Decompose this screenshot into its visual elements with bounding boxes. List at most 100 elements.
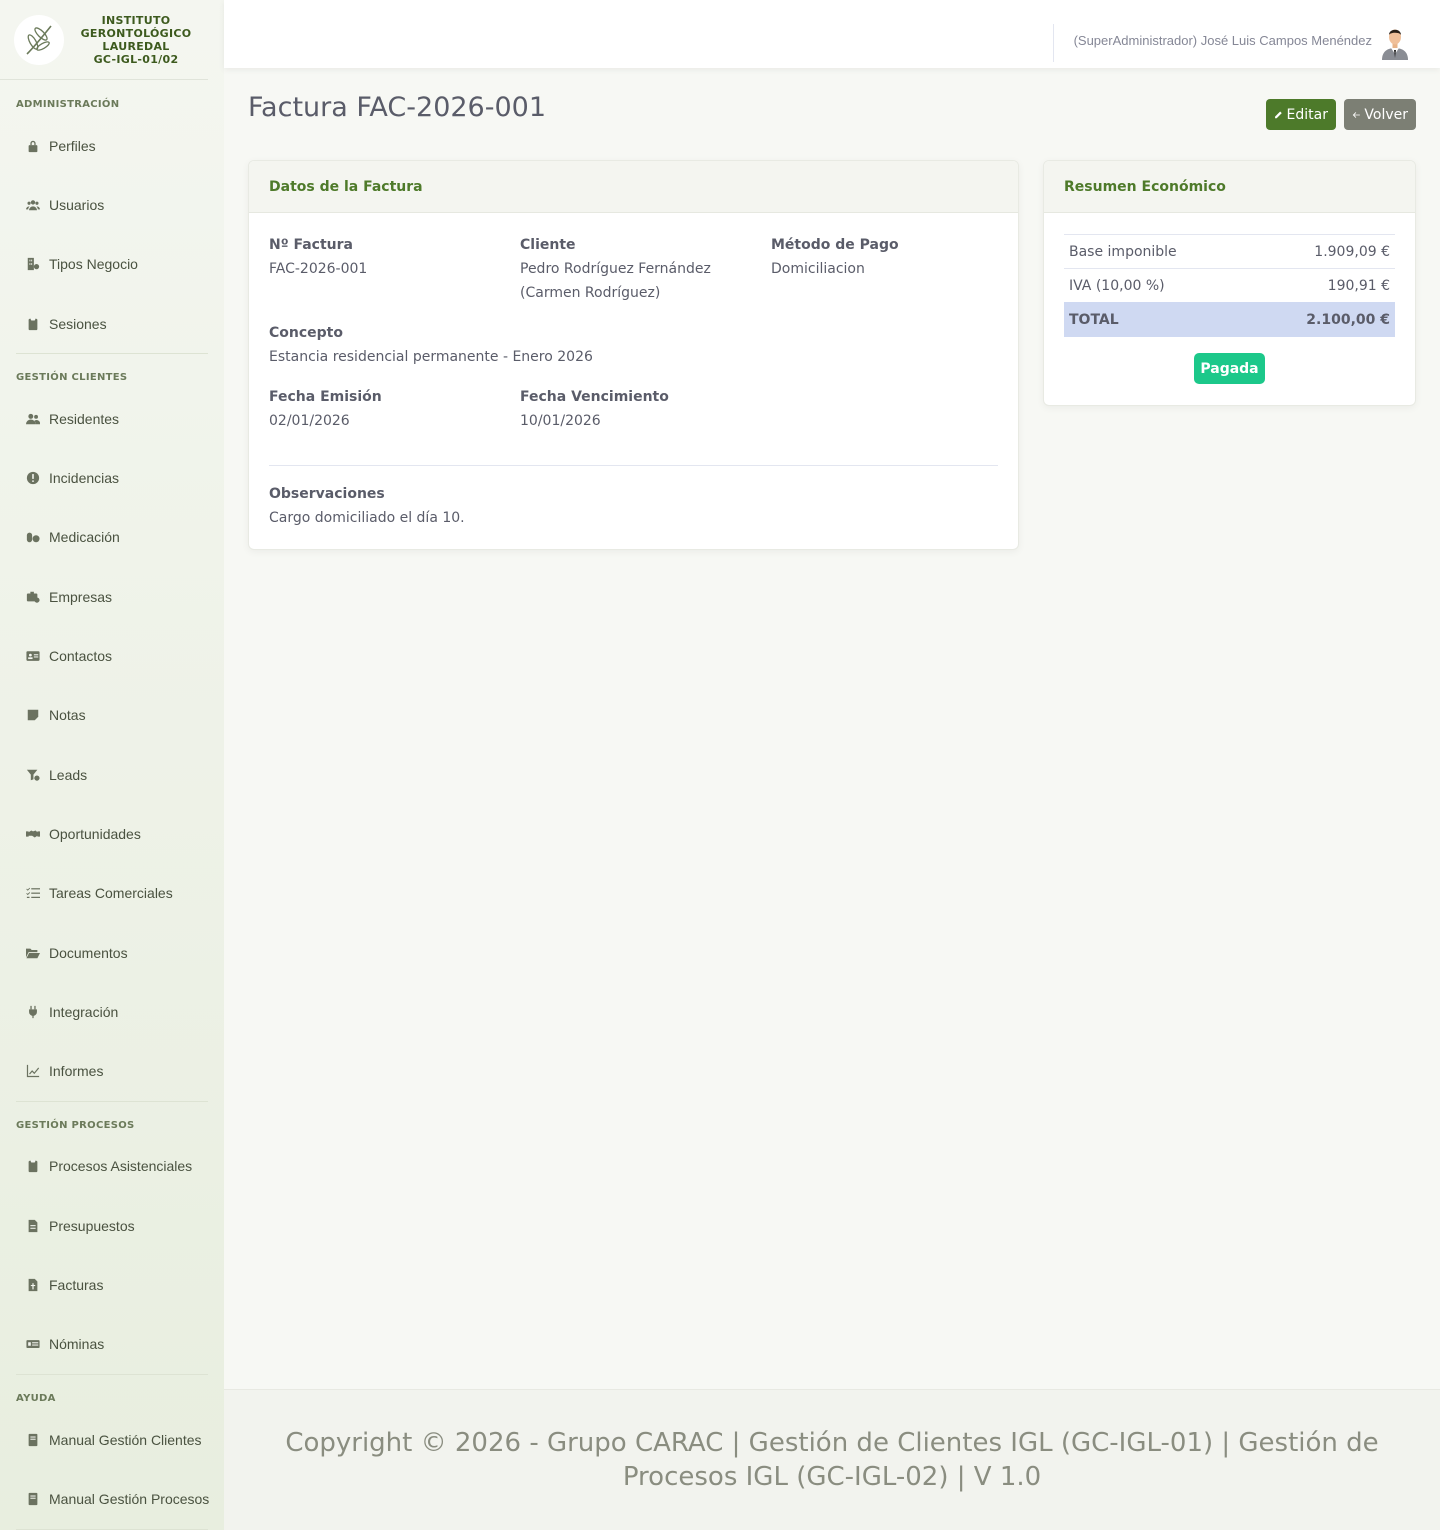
sidebar-item-label: Tipos Negocio [49,256,138,273]
table-row: IVA (10,00 %) 190,91 € [1064,268,1395,303]
folder-open-icon [24,946,42,960]
sidebar-item-label: Incidencias [49,470,120,487]
users-icon [24,198,42,212]
sidebar-item-label: Contactos [49,648,113,665]
note-icon [24,708,42,722]
edit-button[interactable]: Editar [1266,99,1336,130]
copyright-text: Copyright © 2026 - Grupo CARAC | Gestión… [285,1428,1379,1492]
book-icon [24,1433,42,1447]
due-date-label: Fecha Vencimiento [520,389,669,405]
sidebar-item-documentos[interactable]: Documentos [0,923,224,982]
sidebar-item-contactos[interactable]: Contactos [0,626,224,685]
sidebar-item-manual-gestion-procesos[interactable]: Manual Gestión Procesos [0,1469,224,1528]
brand[interactable]: INSTITUTO GERONTOLÓGICO LAUREDAL GC-IGL-… [0,0,208,80]
payment-method-field: Método de Pago Domiciliacion [771,233,899,281]
nav-heading-gestion-procesos: GESTIÓN PROCESOS [16,1119,135,1131]
base-value: 1.909,09 € [1248,234,1395,269]
brand-line: INSTITUTO [101,13,171,27]
sidebar-item-tipos-negocio[interactable]: Tipos Negocio [0,235,224,294]
topbar: (SuperAdministrador) José Luis Campos Me… [224,0,1440,68]
issue-date-label: Fecha Emisión [269,389,382,405]
plug-icon [24,1005,42,1019]
vat-value: 190,91 € [1248,268,1395,303]
sidebar-item-label: Notas [49,707,86,724]
sidebar-item-label: Manual Gestión Clientes [49,1431,202,1448]
page-title: Factura FAC-2026-001 [248,92,547,123]
briefcase-icon [24,590,42,604]
clipboard-icon [24,317,42,331]
list-check-icon [24,886,42,900]
client-label: Cliente [520,237,576,253]
sidebar-item-label: Nóminas [49,1336,105,1353]
sidebar-item-incidencias[interactable]: Incidencias [0,448,224,507]
sidebar-item-oportunidades[interactable]: Oportunidades [0,804,224,863]
invoice-details-card: Datos de la Factura Nº Factura FAC-2026-… [248,160,1019,550]
funnel-icon [24,768,42,782]
sidebar-item-residentes[interactable]: Residentes [0,389,224,448]
sidebar-item-tareas-comerciales[interactable]: Tareas Comerciales [0,864,224,923]
brand-line: GERONTOLÓGICO [80,26,192,40]
status-badge: Pagada [1194,353,1265,384]
total-row: TOTAL 2.100,00 € [1064,302,1395,337]
pills-icon [24,530,42,544]
sidebar-item-leads[interactable]: Leads [0,745,224,804]
sidebar-item-nominas[interactable]: Nóminas [0,1315,224,1374]
sidebar-divider [16,1528,208,1530]
sidebar-item-label: Usuarios [49,196,105,213]
issue-date-field: Fecha Emisión 02/01/2026 [269,385,382,433]
sidebar-item-label: Informes [49,1063,104,1080]
book-icon [24,1492,42,1506]
issue-date-value: 02/01/2026 [269,413,350,429]
economic-summary-card: Resumen Económico Base imponible 1.909,0… [1043,160,1416,406]
section-divider [269,465,998,466]
building-icon [24,257,42,271]
concept-field: Concepto Estancia residencial permanente… [269,321,593,369]
user-group-icon [24,412,42,426]
sidebar-item-label: Residentes [49,410,120,427]
sidebar-item-empresas[interactable]: Empresas [0,567,224,626]
total-value: 2.100,00 € [1248,302,1395,337]
sidebar-item-procesos-asistenciales[interactable]: Procesos Asistenciales [0,1137,224,1196]
file-icon [24,1219,42,1233]
sidebar-item-label: Empresas [49,588,113,605]
payment-method-label: Método de Pago [771,237,899,253]
sidebar-item-facturas[interactable]: Facturas [0,1255,224,1314]
brand-name: INSTITUTO GERONTOLÓGICO LAUREDAL GC-IGL-… [64,14,208,66]
user-name[interactable]: (SuperAdministrador) José Luis Campos Me… [1074,33,1372,48]
nav-heading-gestion-clientes: GESTIÓN CLIENTES [16,372,128,384]
brand-line: LAUREDAL [102,39,170,53]
sidebar-item-label: Presupuestos [49,1217,135,1234]
invoice-number-label: Nº Factura [269,237,353,253]
sidebar-item-label: Documentos [49,944,128,961]
invoice-details-header: Datos de la Factura [249,161,1018,213]
sidebar-item-informes[interactable]: Informes [0,1041,224,1100]
payment-method-value: Domiciliacion [771,261,865,277]
due-date-value: 10/01/2026 [520,413,601,429]
sidebar-item-integracion[interactable]: Integración [0,982,224,1041]
nav-heading-administracion: ADMINISTRACIÓN [16,99,120,110]
line-chart-icon [24,1064,42,1078]
base-label: Base imponible [1064,234,1249,269]
lock-icon [24,139,42,153]
notes-label: Observaciones [269,486,385,502]
sidebar-item-label: Medicación [49,529,120,546]
back-button-label: Volver [1364,106,1408,123]
sidebar-item-label: Procesos Asistenciales [49,1158,193,1175]
sidebar-item-presupuestos[interactable]: Presupuestos [0,1196,224,1255]
avatar[interactable] [1378,24,1412,60]
sidebar-item-usuarios[interactable]: Usuarios [0,175,224,234]
sidebar-item-label: Facturas [49,1276,104,1293]
notes-field: Observaciones Cargo domiciliado el día 1… [269,482,465,530]
sidebar-item-medicacion[interactable]: Medicación [0,508,224,567]
sidebar-item-perfiles[interactable]: Perfiles [0,116,224,175]
nav-heading-ayuda: AYUDA [16,1392,56,1404]
sidebar-item-manual-gestion-clientes[interactable]: Manual Gestión Clientes [0,1410,224,1469]
sidebar-item-notas[interactable]: Notas [0,686,224,745]
address-card-icon [24,649,42,663]
back-button[interactable]: Volver [1344,99,1416,130]
sidebar-item-sesiones[interactable]: Sesiones [0,294,224,353]
clipboard-icon [24,1159,42,1173]
arrow-left-icon [1352,111,1360,118]
sidebar-item-label: Sesiones [49,315,107,332]
client-field: Cliente Pedro Rodríguez Fernández (Carme… [520,233,711,305]
